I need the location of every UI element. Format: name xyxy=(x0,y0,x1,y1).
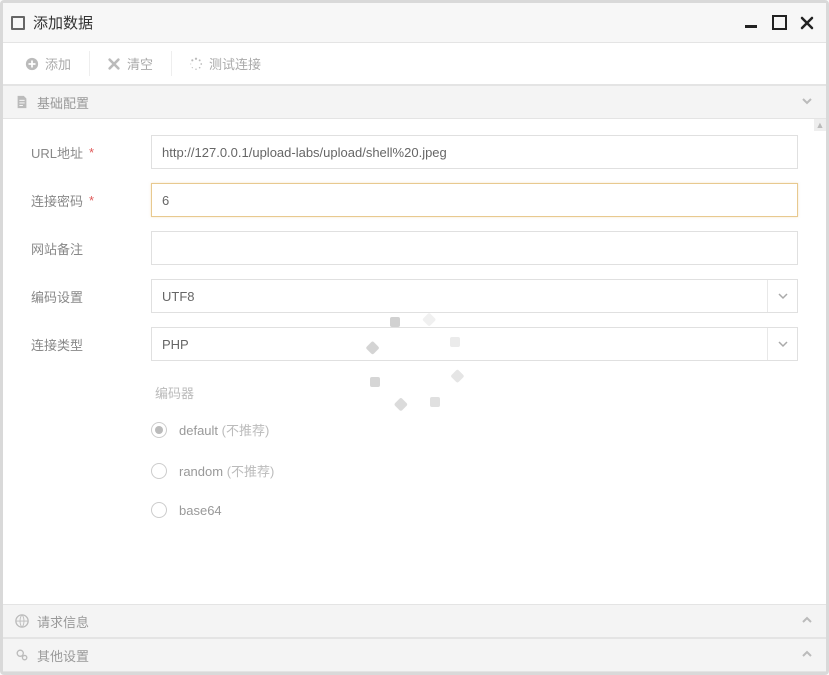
add-button[interactable]: 添加 xyxy=(7,43,89,84)
note-label: 网站备注 xyxy=(31,239,83,258)
section-other-header[interactable]: 其他设置 xyxy=(3,638,826,672)
encoder-option-default[interactable]: default (不推荐) xyxy=(151,420,798,439)
section-basic-title: 基础配置 xyxy=(37,93,89,112)
row-url: URL地址 * xyxy=(31,135,798,169)
url-label: URL地址 xyxy=(31,143,83,162)
window-close-button[interactable] xyxy=(796,12,818,34)
row-password: 连接密码 * xyxy=(31,183,798,217)
section-request-title: 请求信息 xyxy=(37,612,89,631)
encoding-select[interactable]: UTF8 xyxy=(151,279,798,313)
test-connection-button[interactable]: 测试连接 xyxy=(171,43,279,84)
encoder-option-label: random xyxy=(179,464,223,479)
chevron-up-icon xyxy=(800,647,814,664)
clear-button[interactable]: 清空 xyxy=(89,43,171,84)
gears-icon xyxy=(15,648,29,662)
encoding-label: 编码设置 xyxy=(31,287,83,306)
chevron-down-icon xyxy=(800,94,814,111)
chevron-down-icon xyxy=(767,280,797,312)
password-input[interactable] xyxy=(151,183,798,217)
password-label: 连接密码 xyxy=(31,191,83,210)
encoding-value: UTF8 xyxy=(162,289,195,304)
encoder-block: 编码器 default (不推荐) random (不推荐) xyxy=(151,375,798,518)
encoder-option-label: default xyxy=(179,423,218,438)
encoder-option-random[interactable]: random (不推荐) xyxy=(151,461,798,480)
section-basic-header[interactable]: 基础配置 xyxy=(3,85,826,119)
toolbar: 添加 清空 测试连接 xyxy=(3,43,826,85)
radio-icon xyxy=(151,422,167,438)
encoder-title: 编码器 xyxy=(151,383,798,402)
required-mark: * xyxy=(89,145,94,160)
document-icon xyxy=(15,95,29,109)
window-minimize-button[interactable] xyxy=(740,12,762,34)
plus-circle-icon xyxy=(25,57,39,71)
encoder-option-hint: (不推荐) xyxy=(222,423,270,438)
spinner-icon xyxy=(189,57,203,71)
type-label: 连接类型 xyxy=(31,335,83,354)
encoder-option-base64[interactable]: base64 xyxy=(151,502,798,518)
url-input[interactable] xyxy=(151,135,798,169)
browser-icon xyxy=(15,614,29,628)
add-button-label: 添加 xyxy=(45,54,71,73)
radio-icon xyxy=(151,502,167,518)
row-type: 连接类型 PHP xyxy=(31,327,798,361)
section-request-header[interactable]: 请求信息 xyxy=(3,604,826,638)
required-mark: * xyxy=(89,193,94,208)
window-icon xyxy=(11,16,25,30)
test-connection-label: 测试连接 xyxy=(209,54,261,73)
type-select[interactable]: PHP xyxy=(151,327,798,361)
clear-button-label: 清空 xyxy=(127,54,153,73)
titlebar: 添加数据 xyxy=(3,3,826,43)
note-input[interactable] xyxy=(151,231,798,265)
window-maximize-button[interactable] xyxy=(768,12,790,34)
dialog-window: 添加数据 添加 清空 xyxy=(0,0,829,675)
encoder-option-hint: (不推荐) xyxy=(227,464,275,479)
scroll-up-arrow[interactable]: ▲ xyxy=(814,119,826,131)
x-icon xyxy=(107,57,121,71)
row-note: 网站备注 xyxy=(31,231,798,265)
type-value: PHP xyxy=(162,337,189,352)
chevron-down-icon xyxy=(767,328,797,360)
radio-icon xyxy=(151,463,167,479)
section-other-title: 其他设置 xyxy=(37,646,89,665)
form-scroll-area[interactable]: ▲ URL地址 * 连接密码 * xyxy=(3,119,826,604)
row-encoding: 编码设置 UTF8 xyxy=(31,279,798,313)
window-title: 添加数据 xyxy=(33,12,93,33)
encoder-option-label: base64 xyxy=(179,503,222,518)
chevron-up-icon xyxy=(800,613,814,630)
